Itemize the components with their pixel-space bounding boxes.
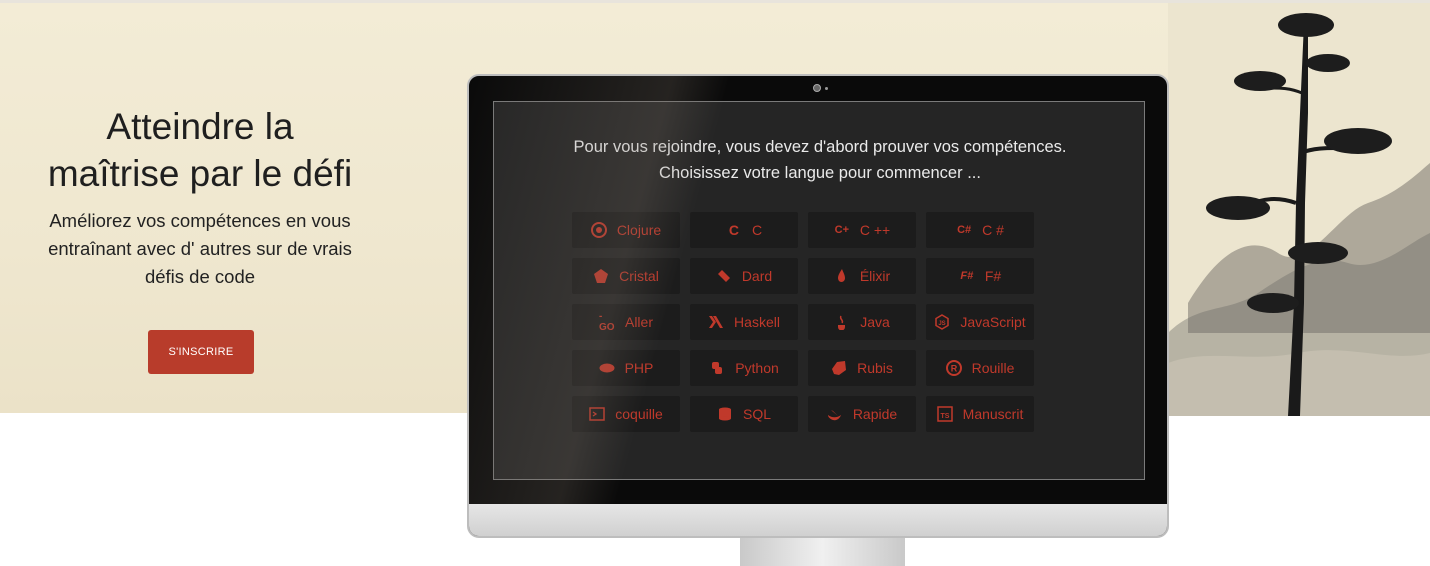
hero-subtitle-line2: entraînant avec d' autres sur de vrais [48, 238, 352, 259]
go-icon: -GO [598, 311, 615, 333]
language-tile-elixir[interactable]: Élixir [808, 258, 916, 294]
language-label: PHP [624, 360, 654, 376]
language-tile-ruby[interactable]: Rubis [808, 350, 916, 386]
language-label: C [751, 222, 763, 238]
dart-icon [716, 268, 732, 284]
clojure-icon [590, 222, 607, 238]
language-label: Dard [741, 268, 773, 284]
language-label: Élixir [859, 268, 891, 284]
language-label: Clojure [616, 222, 662, 238]
hero-title-line1: Atteindre la [106, 106, 294, 147]
language-tile-swift[interactable]: Rapide [808, 396, 916, 432]
language-tile-rust[interactable]: R Rouille [926, 350, 1034, 386]
language-tile-sql[interactable]: SQL [690, 396, 798, 432]
camera-icon [813, 84, 821, 92]
hero-subtitle-line1: Améliorez vos compétences en vous [49, 210, 351, 231]
language-grid: Clojure C C C+ C ++ C# C # Cristal Dard Élixir F# F… [572, 212, 1036, 432]
language-tile-java[interactable]: Java [808, 304, 916, 340]
monitor-screen: Pour vous rejoindre, vous devez d'abord … [493, 101, 1145, 480]
svg-text:R: R [950, 364, 957, 374]
prompt-line1: Pour vous rejoindre, vous devez d'abord … [573, 138, 1067, 156]
language-label: Manuscrit [962, 406, 1024, 422]
svg-text:TS: TS [940, 413, 949, 420]
hero-title-line2: maîtrise par le défi [47, 153, 353, 194]
hero-text: Atteindre la maîtrise par le défi Amélio… [20, 103, 380, 291]
camera-indicator [825, 87, 828, 90]
language-prompt: Pour vous rejoindre, vous devez d'abord … [494, 134, 1146, 186]
language-tile-fsharp[interactable]: F# F# [926, 258, 1034, 294]
php-icon [599, 360, 615, 376]
language-tile-clojure[interactable]: Clojure [572, 212, 680, 248]
language-tile-crystal[interactable]: Cristal [572, 258, 680, 294]
hero-subtitle-line3: défis de code [144, 266, 256, 287]
hero-title: Atteindre la maîtrise par le défi [20, 103, 380, 197]
haskell-icon [708, 314, 724, 330]
monitor-chin [469, 504, 1167, 536]
csharp-icon: C# [957, 224, 972, 236]
language-tile-dart[interactable]: Dard [690, 258, 798, 294]
language-label: Python [735, 360, 779, 376]
swift-icon [827, 406, 843, 422]
language-label: F# [984, 268, 1002, 284]
java-icon [834, 314, 850, 330]
language-tile-python[interactable]: Python [690, 350, 798, 386]
language-label: Rubis [857, 360, 893, 376]
language-tile-csharp[interactable]: C# C # [926, 212, 1034, 248]
python-icon [709, 360, 725, 376]
sql-icon [717, 406, 733, 422]
language-label: Haskell [734, 314, 780, 330]
language-label: SQL [742, 406, 771, 422]
typescript-icon: TS [936, 406, 953, 422]
elixir-icon [834, 268, 850, 284]
language-label: C ++ [859, 222, 891, 238]
language-label: Rapide [852, 406, 898, 422]
language-label: coquille [615, 406, 663, 422]
language-tile-haskell[interactable]: Haskell [690, 304, 798, 340]
language-label: Aller [624, 314, 653, 330]
cpp-icon: C+ [834, 224, 849, 236]
monitor: Pour vous rejoindre, vous devez d'abord … [467, 74, 1169, 538]
ruby-icon [831, 360, 847, 376]
language-tile-cpp[interactable]: C+ C ++ [808, 212, 916, 248]
signup-button[interactable]: S'INSCRIRE [148, 330, 254, 374]
ink-landscape-illustration [1168, 3, 1430, 416]
language-tile-typescript[interactable]: TS Manuscrit [926, 396, 1034, 432]
language-tile-shell[interactable]: coquille [572, 396, 680, 432]
language-label: Rouille [971, 360, 1015, 376]
monitor-stand [740, 538, 905, 566]
language-label: JavaScript [960, 314, 1026, 330]
language-tile-c[interactable]: CC [690, 212, 798, 248]
language-label: Cristal [619, 268, 659, 284]
language-tile-javascript[interactable]: JS JavaScript [926, 304, 1034, 340]
crystal-icon [593, 268, 609, 284]
javascript-icon: JS [934, 314, 950, 330]
rust-icon: R [945, 360, 962, 376]
language-label: C # [982, 222, 1004, 238]
prompt-line2: Choisissez votre langue pour commencer .… [659, 164, 981, 182]
svg-text:JS: JS [939, 321, 946, 327]
shell-icon [589, 406, 605, 422]
language-label: Java [860, 314, 890, 330]
c-icon: C [728, 222, 739, 238]
language-tile-go[interactable]: -GO Aller [572, 304, 680, 340]
hero-subtitle: Améliorez vos compétences en vous entraî… [20, 207, 380, 291]
language-tile-php[interactable]: PHP [572, 350, 680, 386]
fsharp-icon: F# [960, 270, 974, 282]
